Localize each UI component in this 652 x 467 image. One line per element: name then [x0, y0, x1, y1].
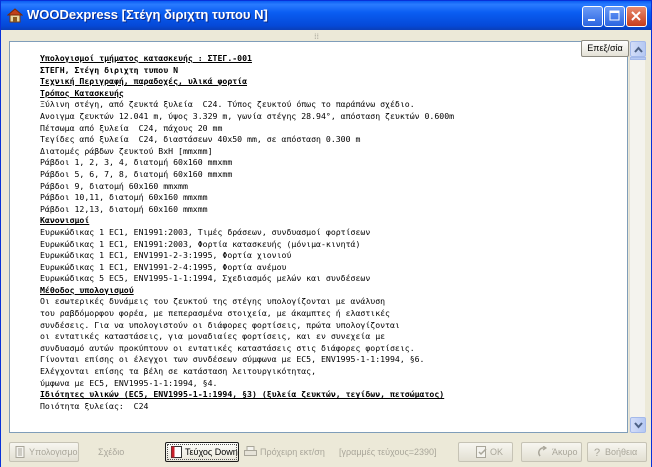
scroll-up-button[interactable]: [630, 41, 646, 57]
report-line: Γίνονται επίσης οι έλεγχοι των συνδέσεων…: [40, 354, 425, 365]
calculations-button[interactable]: Υπολογισμοί: [9, 442, 79, 462]
report-line: Ποιότητα ξυλείας: C24: [40, 400, 149, 411]
document-icon: [15, 446, 25, 458]
report-line: Ράβδοι 9, διατομή 60x160 mmxmm: [40, 180, 188, 191]
splitter-grip[interactable]: ⁞⁞: [314, 32, 319, 41]
report-line: Ευρωκώδικας 1 EC1, EN1991:2003, Φορτία κ…: [40, 238, 361, 249]
help-icon: ?: [594, 447, 600, 458]
cancel-button[interactable]: Άκυρο: [521, 442, 582, 462]
close-button[interactable]: [626, 6, 647, 27]
report-line: ΣΤΕΓΗ, Στέγη διριχτη τυπου Ν: [40, 64, 179, 75]
report-line: Πέτσωμα από ξυλεία C24, πάχους 20 mm: [40, 122, 223, 133]
report-line: ύμφωνα με EC5, ENV1995-1-1:1994, §4.: [40, 377, 218, 388]
close-icon: [631, 11, 641, 21]
app-window: WOODexpress [Στέγη διριχτη τυπου Ν] ⁞⁞ Υ…: [0, 0, 652, 467]
ok-icon: [476, 446, 487, 458]
report-line: Ράβδοι 5, 6, 7, 8, διατομή 60x160 mmxmm: [40, 168, 233, 179]
report-document[interactable]: Υπολογισμοί τμήματος κατασκευής : ΣΤΕΓ.-…: [9, 41, 628, 433]
book-icon: [171, 446, 182, 458]
report-line: Τεγίδες από ξυλεία C24, διαστάσεων 40x50…: [40, 134, 361, 145]
report-line: Ράβδοι 1, 2, 3, 4, διατομή 60x160 mmxmm: [40, 157, 233, 168]
teuxos-button[interactable]: Τεύχος Down: [165, 442, 239, 462]
maximize-button[interactable]: [604, 6, 625, 27]
section-heading: Μέθοδος υπολογισμού: [40, 284, 134, 295]
cancel-icon: [538, 446, 548, 457]
svg-text:?: ?: [594, 447, 600, 458]
edit-button[interactable]: Επεξ/σία: [581, 40, 629, 57]
title-bar[interactable]: WOODexpress [Στέγη διριχτη τυπου Ν]: [1, 1, 651, 30]
report-line: του ραβδόμορφου φορέα, με πεπερασμένα στ…: [40, 308, 390, 319]
scroll-down-button[interactable]: [630, 417, 646, 433]
scroll-thumb[interactable]: [630, 57, 646, 60]
report-line: Ευρωκώδικας 5 EC5, ENV1995-1-1:1994, Σχε…: [40, 273, 371, 284]
section-heading: Τρόπος Κατασκευής: [40, 87, 124, 98]
section-heading: Υπολογισμοί τμήματος κατασκευής : ΣΤΕΓ.-…: [40, 53, 252, 63]
section-heading: Τεχνική Περιγραφή, παραδοχές, υλικά φορτ…: [40, 76, 248, 87]
ok-button[interactable]: OK: [458, 442, 513, 462]
minimize-button[interactable]: [582, 6, 603, 27]
report-line: Ελέγχονται επίσης τα βέλη σε κατάσταση λ…: [40, 366, 317, 377]
report-line: Οι εσωτερικές δυνάμεις του ζευκτού της σ…: [40, 296, 386, 307]
report-lines: Υπολογισμοί τμήματος κατασκευής : ΣΤΕΓ.-…: [40, 53, 454, 412]
window-title: WOODexpress [Στέγη διριχτη τυπου Ν]: [27, 7, 268, 22]
report-line: Ξύλινη στέγη, από ζευκτά ξυλεία C24. Τύπ…: [40, 99, 415, 110]
printer-icon: [244, 446, 257, 456]
vertical-scrollbar[interactable]: [629, 41, 646, 433]
report-line: Ανοιγμα ζευκτών 12.041 m, ύψος 3.329 m, …: [40, 110, 455, 121]
report-line: συνδέσεις. Για να υπολογιστούν οι διάφορ…: [40, 319, 400, 330]
house-icon: [7, 8, 23, 23]
chevron-down-icon: [634, 422, 643, 429]
minimize-icon: [588, 19, 595, 21]
bottom-toolbar: Υπολογισμοί Σχέδιο Τεύχος Down Πρόχειρη …: [1, 437, 651, 467]
report-line: Ράβδοι 12,13, διατομή 60x160 mmxmm: [40, 203, 208, 214]
report-line: Ευρωκώδικας 1 EC1, ENV1991-2-3:1995, Φορ…: [40, 250, 292, 261]
section-heading: Ιδιότητες υλικών (EC5, ENV1995-1-1:1994,…: [40, 389, 445, 400]
report-line: συνδυασμό αυτών προκύπτουν οι εντατικές …: [40, 342, 415, 353]
sketch-button[interactable]: Σχέδιο: [98, 442, 124, 462]
report-line: οι εντατικές καταστάσεις, για μοναδιαίες…: [40, 331, 386, 342]
maximize-icon: [609, 10, 620, 21]
report-line: Ευρωκώδικας 1 EC1, EN1991:2003, Τιμές δρ…: [40, 226, 371, 237]
help-button[interactable]: ? Βοήθεια: [587, 442, 647, 462]
report-line: Ράβδοι 10,11, διατομή 60x160 mmxmm: [40, 192, 208, 203]
section-heading: Κανονισμοί: [40, 215, 90, 226]
report-line: Διατομές ράβδων ζευκτού BxH [mmxmm]: [40, 145, 213, 156]
report-line: Ευρωκώδικας 1 EC1, ENV1991-2-4:1995, Φορ…: [40, 261, 287, 272]
chevron-up-icon: [634, 46, 643, 53]
lines-count-info: [γραμμές τεύχους=2390]: [339, 447, 437, 457]
